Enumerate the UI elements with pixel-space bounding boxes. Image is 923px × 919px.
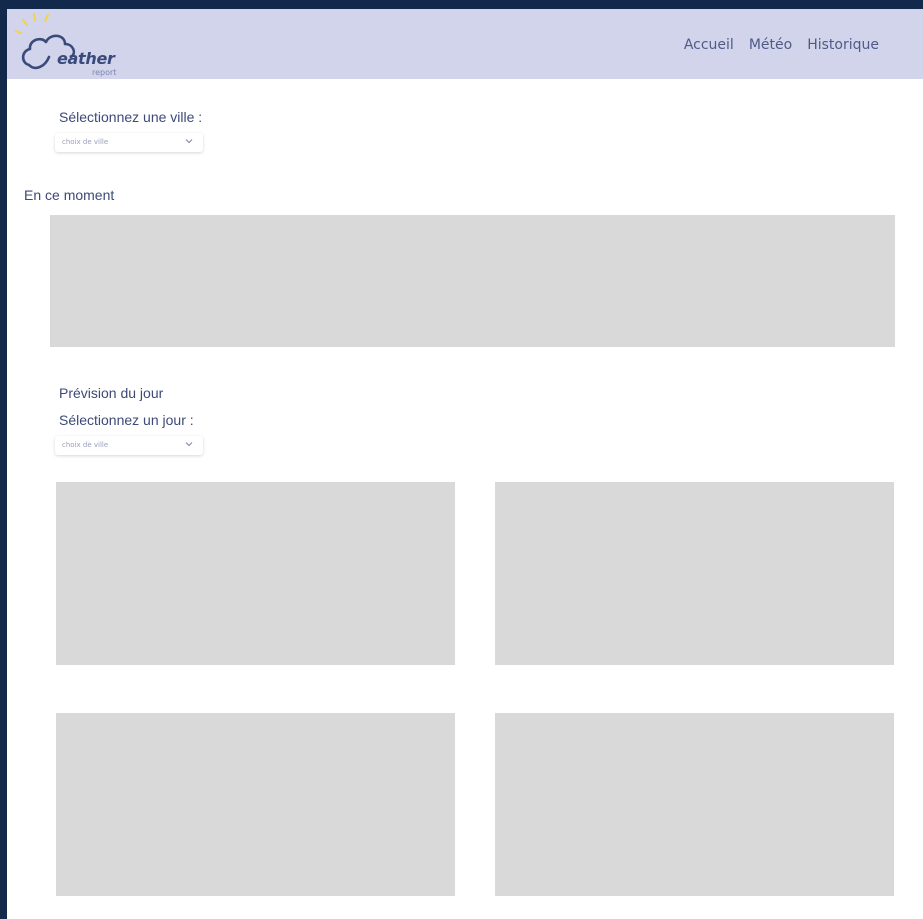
page: eather report Accueil Météo Historique S… [7, 9, 923, 919]
logo[interactable]: eather report [15, 13, 145, 77]
day-select-label: Sélectionnez un jour : [59, 412, 194, 428]
main-nav: Accueil Météo Historique [684, 37, 879, 53]
forecast-card [56, 482, 455, 665]
nav-accueil[interactable]: Accueil [684, 37, 734, 53]
city-select-label: Sélectionnez une ville : [59, 109, 203, 125]
forecast-title: Prévision du jour [59, 385, 164, 401]
chevron-down-icon [185, 442, 193, 447]
current-weather-title: En ce moment [24, 187, 115, 203]
nav-historique[interactable]: Historique [807, 37, 879, 53]
forecast-card [495, 482, 894, 665]
day-select[interactable]: choix de ville [55, 436, 203, 455]
logo-wordmark: eather [57, 49, 115, 68]
chevron-down-icon [185, 139, 193, 144]
city-select-value: choix de ville [62, 138, 109, 146]
day-select-value: choix de ville [62, 441, 109, 449]
nav-meteo[interactable]: Météo [749, 37, 792, 53]
city-select[interactable]: choix de ville [55, 133, 203, 152]
forecast-card [495, 713, 894, 896]
forecast-card [56, 713, 455, 896]
logo-subtitle: report [92, 68, 117, 77]
header: eather report Accueil Météo Historique [7, 9, 923, 79]
current-weather-panel [50, 215, 895, 347]
